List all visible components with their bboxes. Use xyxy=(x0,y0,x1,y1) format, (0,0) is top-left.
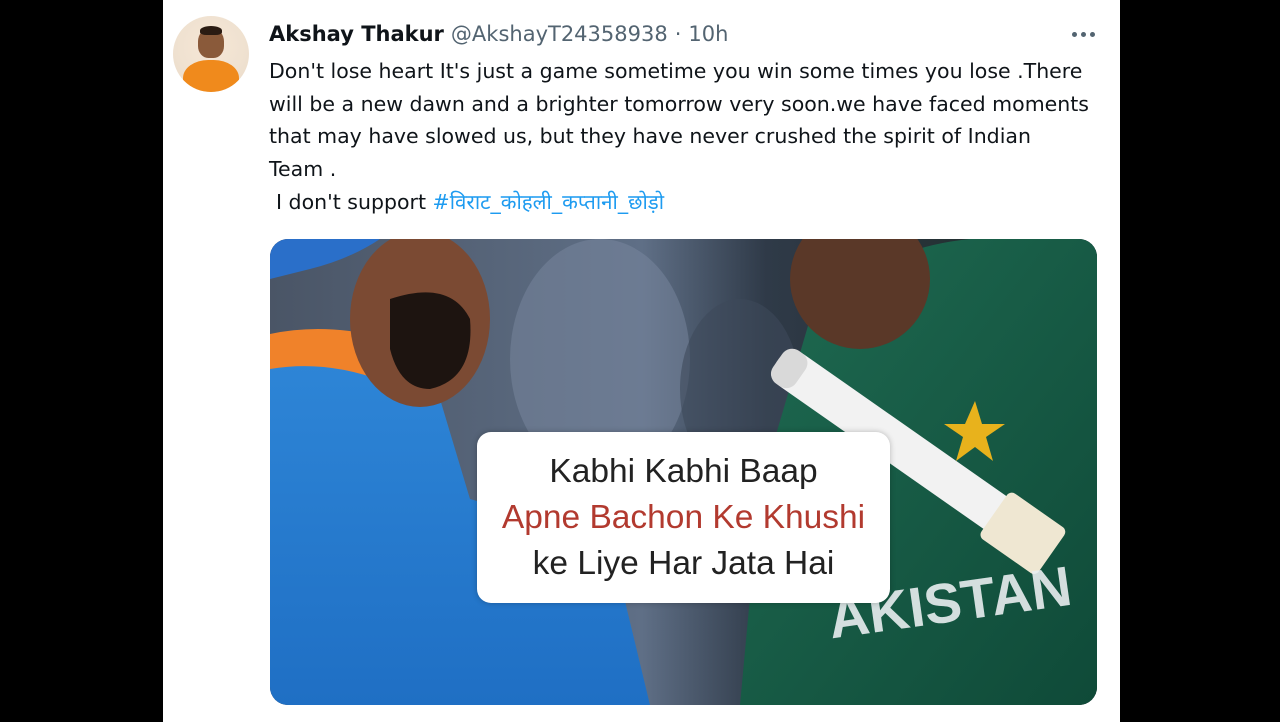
author-name[interactable]: Akshay Thakur xyxy=(269,22,444,46)
tweet-body: Don't lose heart It's just a game someti… xyxy=(269,59,1089,181)
avatar-robe xyxy=(183,60,239,92)
hashtag-link[interactable]: #विराट_कोहली_कप्तानी_छोड़ो xyxy=(433,190,665,214)
support-prefix: I don't support xyxy=(276,190,427,214)
author-handle[interactable]: @AkshayT24358938 xyxy=(451,22,668,46)
caption-line-2: Apne Bachon Ke Khushi xyxy=(501,498,866,536)
avatar-hair xyxy=(200,26,222,35)
tweet-timestamp[interactable]: 10h xyxy=(688,22,728,46)
tweet-header: Akshay Thakur @AkshayT24358938 · 10h xyxy=(269,19,728,49)
tweet-media-image[interactable]: AKISTAN Kabhi Kabhi Baap Apne Bachon Ke … xyxy=(270,239,1097,705)
avatar[interactable] xyxy=(173,16,249,92)
more-options-button[interactable] xyxy=(1063,19,1103,49)
tweet-card[interactable]: Akshay Thakur @AkshayT24358938 · 10h Don… xyxy=(163,0,1120,722)
tweet-text: Don't lose heart It's just a game someti… xyxy=(269,55,1089,219)
caption-line-3: ke Liye Har Jata Hai xyxy=(532,544,835,582)
more-horizontal-icon xyxy=(1071,31,1095,37)
meme-caption: Kabhi Kabhi Baap Apne Bachon Ke Khushi k… xyxy=(477,432,890,603)
header-separator: · xyxy=(674,22,682,46)
tweet-support-line: I don't support #विराट_कोहली_कप्तानी_छोड… xyxy=(269,186,1089,219)
caption-line-1: Kabhi Kabhi Baap xyxy=(549,452,818,490)
